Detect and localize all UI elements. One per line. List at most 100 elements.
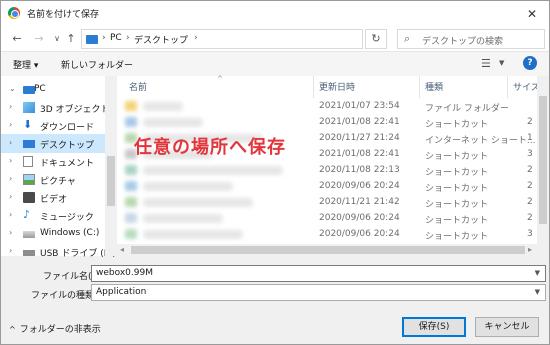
table-row[interactable]: 2020/09/06 20:24 ショートカット 3 — [117, 226, 537, 242]
breadcrumb-pc[interactable]: PC — [110, 33, 122, 43]
filename-field[interactable]: webox0.99M ▼ — [91, 265, 546, 282]
save-button[interactable]: 保存(S) — [402, 317, 466, 337]
row-type: ショートカット — [425, 120, 489, 130]
shortcut-icon — [125, 213, 137, 223]
row-date: 2020/09/06 20:24 — [319, 181, 400, 191]
chevron-right-icon[interactable]: › — [9, 192, 12, 201]
sidebar-item-label: ダウンロード — [40, 123, 95, 133]
sidebar-item-desktop[interactable]: › デスクトップ — [1, 134, 105, 153]
save-as-dialog: 名前を付けて保存 ✕ ← → ∨ ↑ › PC › デスクトップ › ∨ ↻ ⌕… — [0, 0, 550, 345]
breadcrumb-separator: › — [194, 33, 198, 43]
chevron-right-icon[interactable]: › — [9, 138, 12, 147]
row-date: 2020/11/21 21:42 — [319, 197, 400, 207]
address-row: ← → ∨ ↑ › PC › デスクトップ › ∨ ↻ ⌕ デスクトップの検索 — [1, 27, 549, 51]
new-folder-button[interactable]: 新しいフォルダー — [61, 58, 133, 71]
sort-ascending-icon: ^ — [217, 75, 223, 83]
file-list-horizontal-scrollbar[interactable]: ◂ ▸ — [117, 244, 549, 256]
chevron-down-icon[interactable]: ▼ — [535, 269, 540, 277]
desktop-icon — [23, 140, 35, 148]
refresh-button[interactable]: ↻ — [365, 29, 387, 49]
column-divider[interactable] — [507, 76, 508, 98]
command-toolbar: 整理 ▾ 新しいフォルダー ☰ ▼ ? — [1, 51, 549, 76]
sidebar-item-label: ピクチャ — [40, 177, 76, 187]
scroll-left-icon[interactable]: ◂ — [120, 245, 124, 254]
scrollbar-thumb[interactable] — [539, 96, 547, 224]
shortcut-icon — [125, 117, 137, 127]
row-size: 2 — [527, 165, 533, 175]
row-size: 1 — [527, 133, 533, 143]
organize-button[interactable]: 整理 ▾ — [13, 58, 38, 71]
chevron-down-icon[interactable]: ⌄ — [9, 84, 16, 93]
row-date: 2020/09/06 20:24 — [319, 229, 400, 239]
sidebar-item-windows-drive[interactable]: › Windows (C:) — [1, 224, 105, 243]
row-date: 2020/09/06 20:24 — [319, 213, 400, 223]
blurred-file-name — [143, 102, 183, 111]
shortcut-icon — [125, 165, 137, 175]
sidebar-item-pc[interactable]: ⌄ PC — [1, 80, 105, 99]
chevron-down-icon[interactable]: ▼ — [535, 288, 540, 296]
chevron-right-icon[interactable]: › — [9, 156, 12, 165]
title-bar: 名前を付けて保存 ✕ — [1, 1, 549, 27]
chevron-right-icon[interactable]: › — [9, 102, 12, 111]
row-type: ショートカット — [425, 200, 489, 210]
row-type: ショートカット — [425, 184, 489, 194]
column-header-type[interactable]: 種類 — [425, 80, 443, 93]
chevron-down-icon[interactable]: ▼ — [499, 59, 504, 67]
sidebar-item-downloads[interactable]: › ⬇ ダウンロード — [1, 116, 105, 135]
back-button[interactable]: ← — [9, 31, 25, 47]
scrollbar-thumb[interactable] — [131, 246, 525, 254]
scroll-right-icon[interactable]: ▸ — [528, 245, 532, 254]
navigation-pane-scrollbar[interactable] — [105, 76, 117, 256]
scrollbar-thumb[interactable] — [107, 156, 115, 206]
table-row[interactable]: 2020/11/21 21:42 ショートカット 2 — [117, 194, 537, 210]
address-bar[interactable]: › PC › デスクトップ › ∨ — [81, 29, 432, 49]
column-header-name[interactable]: 名前 — [129, 80, 147, 93]
row-size: 3 — [527, 149, 533, 159]
row-date: 2021/01/07 23:54 — [319, 101, 400, 111]
table-row[interactable]: 2020/09/06 20:24 ショートカット 2 — [117, 210, 537, 226]
row-date: 2021/01/08 22:41 — [319, 117, 400, 127]
chevron-up-icon: ^ — [9, 325, 16, 334]
shortcut-icon — [125, 197, 137, 207]
table-row[interactable]: 2020/11/08 22:13 ショートカット 2 — [117, 162, 537, 178]
hide-folders-toggle[interactable]: ^ フォルダーの非表示 — [9, 322, 101, 335]
column-header-date[interactable]: 更新日時 — [319, 80, 355, 93]
sidebar-item-music[interactable]: › ♪ ミュージック — [1, 206, 105, 225]
chevron-right-icon[interactable]: › — [9, 228, 12, 237]
sidebar-item-label: 3D オブジェクト — [40, 105, 110, 115]
sidebar-item-documents[interactable]: › ドキュメント — [1, 152, 105, 171]
row-type: ショートカット — [425, 232, 489, 242]
window-title: 名前を付けて保存 — [27, 10, 100, 20]
navigation-pane: ⌄ PC › 3D オブジェクト › ⬇ ダウンロード › デスクトップ › ド… — [1, 76, 117, 259]
document-icon — [23, 156, 33, 167]
view-options-icon[interactable]: ☰ — [481, 57, 491, 70]
table-row[interactable]: 2021/01/08 22:41 ショートカット 2 — [117, 114, 537, 130]
row-type: ファイル フォルダー — [425, 104, 509, 114]
up-button[interactable]: ↑ — [63, 31, 79, 47]
search-input[interactable]: ⌕ デスクトップの検索 — [397, 29, 545, 49]
cancel-button[interactable]: キャンセル — [475, 317, 539, 337]
blurred-file-name — [143, 214, 223, 223]
column-header-size[interactable]: サイズ — [513, 80, 540, 93]
chevron-right-icon[interactable]: › — [9, 210, 12, 219]
help-button[interactable]: ? — [523, 56, 537, 70]
close-button[interactable]: ✕ — [519, 3, 545, 25]
sidebar-item-label: デスクトップ — [40, 141, 95, 151]
table-row[interactable]: 2021/01/07 23:54 ファイル フォルダー — [117, 98, 537, 114]
table-row[interactable]: 2020/09/06 20:24 ショートカット 2 — [117, 178, 537, 194]
chevron-right-icon[interactable]: › — [9, 246, 12, 255]
column-divider[interactable] — [419, 76, 420, 98]
sidebar-item-pictures[interactable]: › ピクチャ — [1, 170, 105, 189]
sidebar-item-videos[interactable]: › ビデオ — [1, 188, 105, 207]
drive-icon — [23, 231, 35, 238]
music-icon: ♪ — [23, 208, 31, 221]
sidebar-item-3d-objects[interactable]: › 3D オブジェクト — [1, 98, 110, 117]
filetype-select[interactable]: Application ▼ — [91, 284, 546, 301]
column-divider[interactable] — [313, 76, 314, 98]
sidebar-item-usb-drive[interactable]: › USB ドライブ (E:) — [1, 242, 116, 261]
chevron-right-icon[interactable]: › — [9, 120, 12, 129]
breadcrumb-desktop[interactable]: デスクトップ — [134, 33, 188, 46]
chevron-right-icon[interactable]: › — [9, 174, 12, 183]
file-list-vertical-scrollbar[interactable] — [537, 76, 549, 246]
forward-button[interactable]: → — [31, 31, 47, 47]
